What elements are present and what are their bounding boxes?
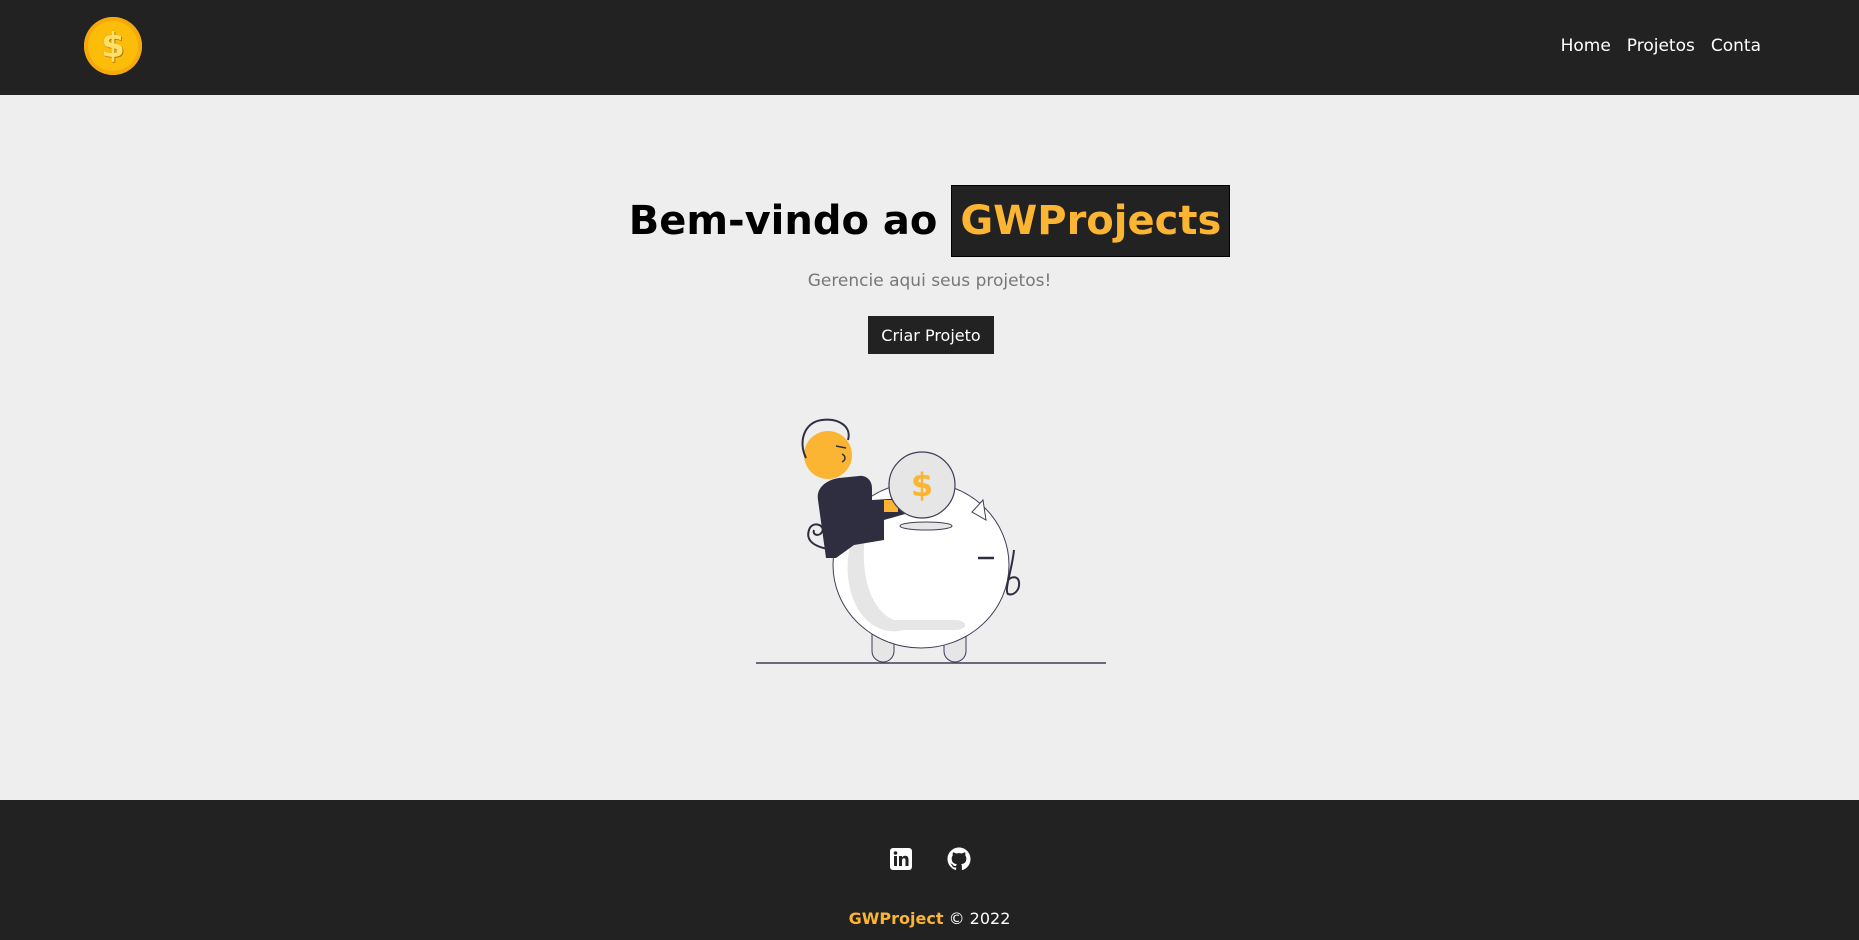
nav-menu: Home Projetos Conta: [1561, 36, 1761, 56]
nav-link-home[interactable]: Home: [1561, 36, 1611, 56]
create-project-button[interactable]: Criar Projeto: [868, 316, 994, 354]
hero-title-brand: GWProjects: [951, 185, 1231, 257]
copyright: GWProject © 2022: [0, 909, 1859, 928]
coin-symbol: $: [911, 466, 933, 504]
piggy-bank-illustration: $: [756, 418, 1106, 664]
footer: GWProject © 2022: [0, 800, 1859, 940]
navbar: $ Home Projetos Conta: [0, 0, 1859, 95]
nav-link-conta[interactable]: Conta: [1711, 36, 1761, 56]
main-content: Bem-vindo ao GWProjects Gerencie aqui se…: [0, 95, 1859, 800]
copyright-text: © 2022: [948, 909, 1011, 928]
hero-subtitle: Gerencie aqui seus projetos!: [807, 271, 1052, 291]
dollar-coin-icon[interactable]: $: [84, 17, 142, 75]
linkedin-icon[interactable]: [889, 847, 913, 871]
hero-title: Bem-vindo ao GWProjects: [0, 185, 1859, 257]
hero-title-prefix: Bem-vindo ao: [628, 198, 938, 244]
nav-link-projetos[interactable]: Projetos: [1627, 36, 1695, 56]
footer-brand: GWProject: [848, 909, 944, 928]
github-icon[interactable]: [947, 847, 971, 871]
logo-symbol: $: [101, 26, 125, 66]
social-links: [0, 847, 1859, 871]
